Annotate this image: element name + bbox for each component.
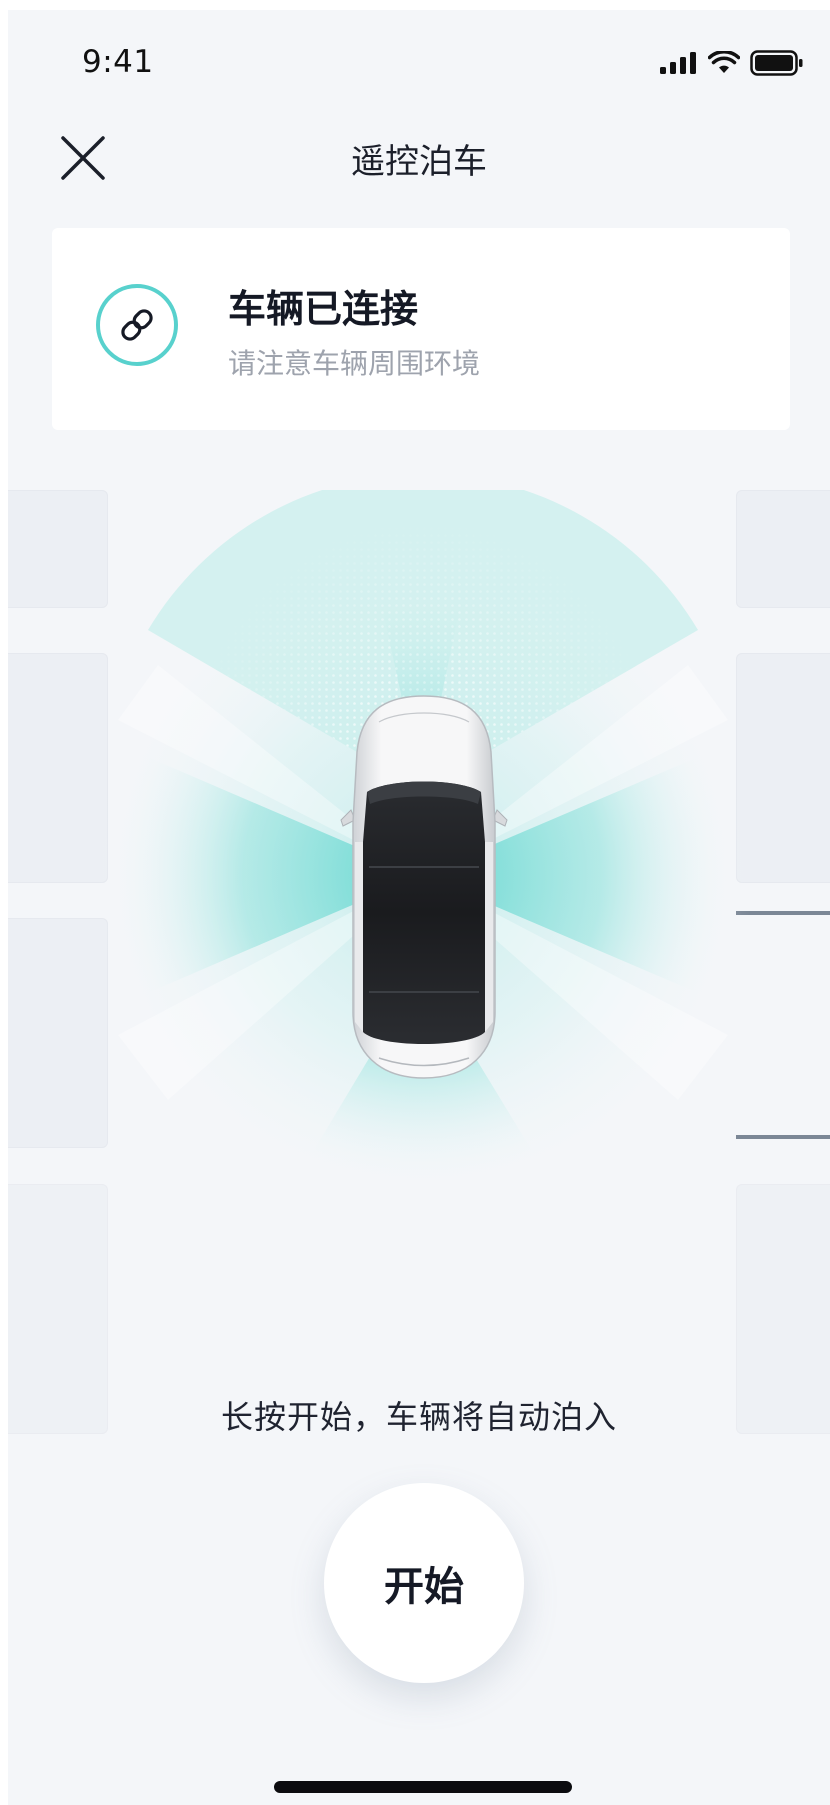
parking-scene (8, 490, 830, 1434)
status-time: 9:41 (82, 44, 154, 80)
page-title: 遥控泊车 (351, 142, 487, 182)
status-icons (660, 50, 804, 76)
connection-title: 车辆已连接 (228, 287, 419, 331)
connection-subtitle: 请注意车辆周围环境 (228, 347, 481, 380)
signal-icon (660, 52, 696, 74)
connection-status-card: 车辆已连接 请注意车辆周围环境 (52, 228, 790, 430)
wifi-icon (708, 51, 740, 73)
car-top-view (340, 695, 508, 1079)
app-screen: 9:41 遥控泊车 车辆已连接 请注意车辆周围环境 长按开始，车辆将自动泊入 开… (8, 10, 830, 1805)
start-button[interactable]: 开始 (324, 1483, 524, 1683)
hint-text: 长按开始，车辆将自动泊入 (220, 1398, 617, 1436)
home-indicator[interactable] (274, 1781, 572, 1793)
link-icon (96, 284, 178, 366)
battery-icon (750, 50, 803, 76)
